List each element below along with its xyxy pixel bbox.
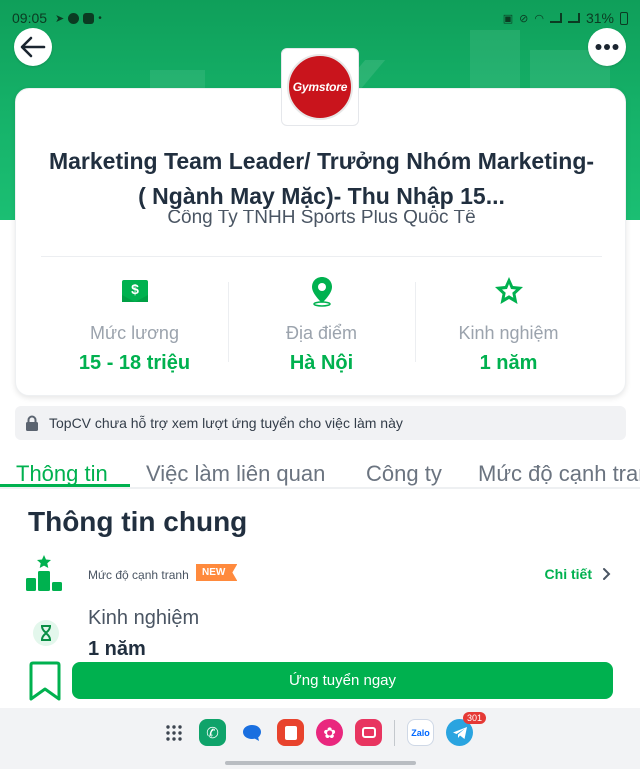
home-indicator[interactable] bbox=[225, 761, 416, 765]
save-job-button[interactable] bbox=[26, 661, 64, 703]
location-label: Địa điểm bbox=[285, 323, 358, 343]
detail-link[interactable]: Chi tiết bbox=[545, 566, 611, 582]
zalo-app-icon[interactable]: Zalo bbox=[407, 719, 434, 746]
camera-app-icon[interactable] bbox=[355, 719, 382, 746]
telegram-app-icon[interactable]: 301 bbox=[446, 712, 486, 746]
detail-link-label: Chi tiết bbox=[544, 566, 592, 582]
notice-text: TopCV chưa hỗ trợ xem lượt ứng tuyển cho… bbox=[49, 415, 403, 431]
arrow-left-icon bbox=[20, 36, 46, 58]
experience-value: 1 năm bbox=[479, 352, 538, 374]
app-drawer-icon[interactable] bbox=[160, 719, 187, 746]
job-stats: $ Mức lương 15 - 18 triệu Địa điểm Hà Nộ… bbox=[41, 274, 602, 379]
status-time: 09:05 bbox=[12, 10, 48, 26]
job-summary-card: Marketing Team Leader/ Trưởng Nhóm Marke… bbox=[15, 88, 626, 396]
active-tab-indicator bbox=[0, 484, 130, 487]
battery-level: 31% bbox=[585, 10, 614, 26]
signal-icon-2 bbox=[567, 13, 580, 23]
phone-app-icon[interactable]: ✆ bbox=[199, 719, 226, 746]
mute-icon: ⊘ bbox=[519, 12, 529, 25]
more-dot-icon: • bbox=[98, 12, 102, 24]
zalo-label: Zalo bbox=[411, 727, 430, 738]
company-logo[interactable]: Gymstore bbox=[281, 48, 359, 126]
hourglass-icon bbox=[33, 620, 59, 646]
tab-competition[interactable]: Mức độ cạnh tranh bbox=[478, 461, 640, 487]
application-notice: TopCV chưa hỗ trợ xem lượt ứng tuyển cho… bbox=[15, 406, 626, 440]
notes-app-icon[interactable] bbox=[277, 719, 304, 746]
stat-location: Địa điểm Hà Nội bbox=[228, 274, 415, 379]
messages-app-icon[interactable] bbox=[238, 719, 265, 746]
messenger-icon bbox=[68, 12, 80, 24]
company-name[interactable]: Công Ty TNHH Sports Plus Quốc Tế bbox=[16, 210, 627, 232]
signal-icon bbox=[549, 13, 562, 23]
status-bar: 09:05 ➤ • ▣ ⊘ ◠ 31% bbox=[0, 0, 640, 36]
experience-info-label: Kinh nghiệm bbox=[88, 607, 200, 629]
youtube-icon bbox=[83, 12, 95, 24]
salary-label: Mức lương bbox=[90, 323, 179, 343]
flower-app-icon[interactable]: ✿ bbox=[316, 719, 343, 746]
competition-label: Mức độ cạnh tranh bbox=[88, 568, 189, 582]
apply-now-button[interactable]: Ứng tuyển ngay bbox=[72, 662, 613, 699]
location-value: Hà Nội bbox=[289, 352, 354, 374]
stat-salary: $ Mức lương 15 - 18 triệu bbox=[41, 274, 228, 379]
lock-icon bbox=[25, 415, 39, 431]
divider bbox=[41, 256, 602, 257]
salary-value: 15 - 18 triệu bbox=[78, 352, 191, 374]
bookmark-icon bbox=[29, 661, 61, 701]
new-badge: NEW bbox=[196, 564, 238, 581]
system-taskbar: ✆ ✿ Zalo 301 bbox=[0, 708, 640, 769]
app-dock: ✆ ✿ Zalo 301 bbox=[160, 712, 486, 746]
location-pin-icon bbox=[311, 277, 332, 307]
experience-label: Kinh nghiệm bbox=[458, 323, 559, 343]
chevron-right-icon bbox=[603, 568, 611, 580]
tab-divider bbox=[0, 487, 640, 489]
more-horizontal-icon bbox=[595, 44, 619, 50]
star-badge-icon bbox=[494, 277, 523, 304]
dock-separator bbox=[394, 719, 395, 746]
competition-row[interactable]: Mức độ cạnh tranh NEW Chi tiết bbox=[25, 553, 615, 595]
experience-row: Kinh nghiệm 1 năm bbox=[25, 600, 615, 660]
tab-related-jobs[interactable]: Việc làm liên quan bbox=[146, 461, 325, 487]
back-button[interactable] bbox=[14, 28, 52, 66]
alarm-icon: ▣ bbox=[502, 12, 514, 25]
section-title: Thông tin chung bbox=[28, 506, 248, 537]
telegram-notification-badge: 301 bbox=[462, 712, 486, 724]
stat-experience: Kinh nghiệm 1 năm bbox=[415, 274, 602, 379]
money-icon: $ bbox=[121, 280, 148, 302]
navigation-icon: ➤ bbox=[55, 12, 65, 25]
bottom-action-bar: Ứng tuyển ngay bbox=[0, 655, 640, 708]
tab-company[interactable]: Công ty bbox=[366, 461, 442, 487]
wifi-icon: ◠ bbox=[534, 12, 544, 25]
battery-icon bbox=[620, 11, 628, 25]
job-title: Marketing Team Leader/ Trưởng Nhóm Marke… bbox=[48, 148, 595, 209]
logo-text: Gymstore bbox=[292, 80, 348, 94]
more-options-button[interactable] bbox=[588, 28, 626, 66]
svg-text:$: $ bbox=[131, 281, 139, 297]
podium-icon bbox=[26, 555, 62, 591]
